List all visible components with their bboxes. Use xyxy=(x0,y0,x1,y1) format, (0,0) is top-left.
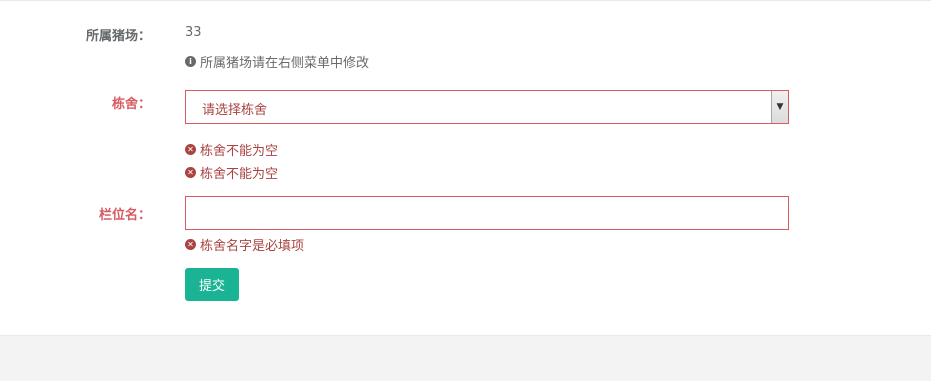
submit-button[interactable]: 提交 xyxy=(185,268,239,301)
farm-value: 33 xyxy=(185,25,202,40)
error-icon: ✕ xyxy=(185,239,196,250)
building-select[interactable]: 请选择栋舍 ▼ xyxy=(185,90,789,124)
form-panel: 所属猪场： 33 i 所属猪场请在右侧菜单中修改 栋舍： 请选择栋舍 ▼ ✕ 栋… xyxy=(0,0,931,336)
building-label: 栋舍： xyxy=(111,97,151,112)
pen-error-text: 栋舍名字是必填项 xyxy=(200,239,305,254)
building-error-2-text: 栋舍不能为空 xyxy=(200,167,279,182)
chevron-down-icon[interactable]: ▼ xyxy=(771,91,788,123)
pen-error: ✕ 栋舍名字是必填项 xyxy=(185,235,304,254)
info-icon: i xyxy=(185,56,196,67)
error-icon: ✕ xyxy=(185,144,196,155)
farm-label: 所属猪场： xyxy=(85,29,151,44)
pen-label: 栏位名： xyxy=(98,208,151,223)
building-select-value: 请选择栋舍 xyxy=(202,103,268,118)
pen-name-input[interactable] xyxy=(185,196,789,230)
building-error-1: ✕ 栋舍不能为空 xyxy=(185,140,278,159)
building-error-2: ✕ 栋舍不能为空 xyxy=(185,163,278,182)
farm-help-text: 所属猪场请在右侧菜单中修改 xyxy=(200,56,370,71)
error-icon: ✕ xyxy=(185,167,196,178)
building-error-1-text: 栋舍不能为空 xyxy=(200,144,279,159)
farm-help: i 所属猪场请在右侧菜单中修改 xyxy=(185,52,369,71)
